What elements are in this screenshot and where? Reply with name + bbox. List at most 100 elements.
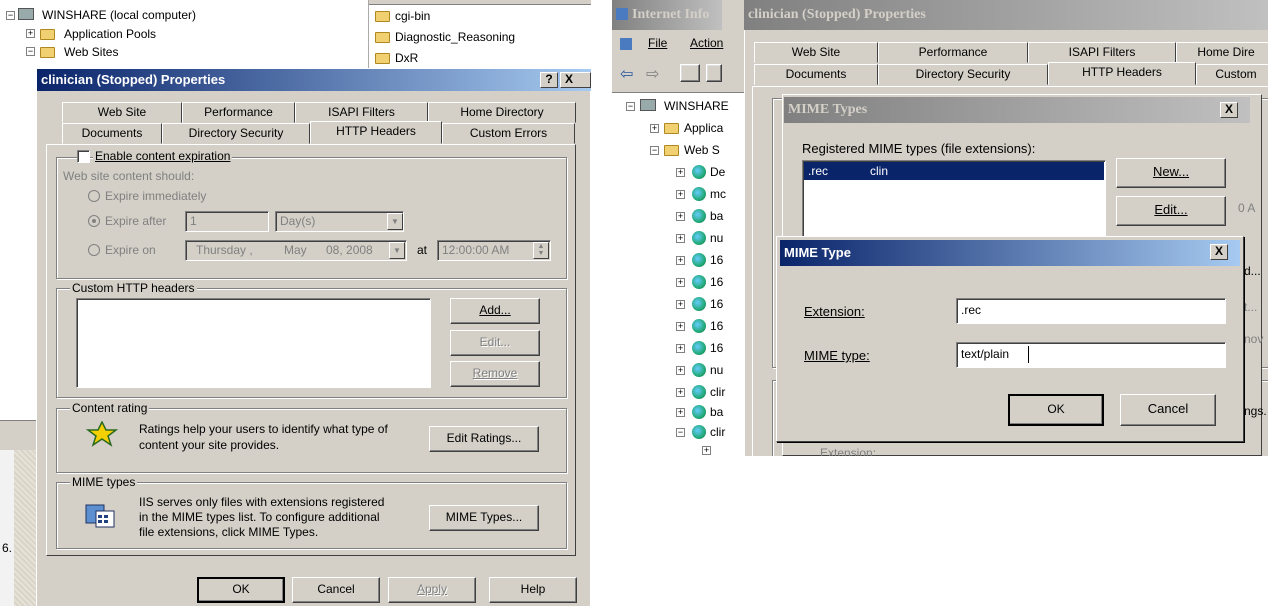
mime-cancel-button[interactable]: Cancel — [1120, 394, 1216, 426]
tree-collapse-icon[interactable]: − — [26, 47, 35, 56]
mime-ok-button[interactable]: OK — [1008, 394, 1104, 426]
edit-ratings-button[interactable]: Edit Ratings... — [429, 426, 539, 452]
tree-expand-icon[interactable]: + — [26, 29, 35, 38]
tree-item[interactable]: ba — [710, 405, 723, 419]
custom-headers-list[interactable] — [76, 298, 431, 388]
add-header-button[interactable]: Add... — [450, 298, 540, 324]
expire-date-picker[interactable]: Thursday , May 08, 2008 — [185, 240, 407, 261]
tree-expand-icon[interactable]: + — [676, 344, 685, 353]
tab-http-headers[interactable]: HTTP Headers — [1048, 62, 1196, 85]
back-icon[interactable]: ⇦ — [620, 64, 633, 84]
ok-button[interactable]: OK — [197, 577, 285, 603]
expire-immediately-radio[interactable] — [88, 190, 100, 202]
enable-expiration-label[interactable]: Enable content expiration — [93, 149, 233, 163]
tab-performance[interactable]: Performance — [182, 102, 295, 123]
tree-item[interactable]: 16 — [710, 297, 723, 311]
edit-header-button[interactable]: Edit... — [450, 330, 540, 356]
dialog-titlebar[interactable]: clinician (Stopped) Properties — [37, 69, 591, 91]
tree-expand-icon[interactable]: + — [676, 408, 685, 417]
expire-after-radio[interactable] — [88, 215, 100, 227]
tab-custom-errors[interactable]: Custom Errors — [442, 123, 575, 144]
tree-expand-icon[interactable]: + — [676, 322, 685, 331]
mime-type-input[interactable]: text/plain — [956, 342, 1226, 368]
tree-item[interactable]: nu — [710, 231, 723, 245]
iis-titlebar[interactable]: Internet Info — [612, 0, 722, 30]
tree-item[interactable]: WINSHARE — [664, 99, 729, 113]
tree-item-web-sites[interactable]: Web Sites — [64, 45, 118, 59]
tree-item[interactable]: clir — [710, 425, 725, 439]
tree-item[interactable]: 16 — [710, 341, 723, 355]
tree-expand-icon[interactable]: + — [676, 278, 685, 287]
tree-expand-icon[interactable]: + — [676, 300, 685, 309]
forward-icon[interactable]: ⇨ — [646, 64, 659, 84]
mime-list-row[interactable]: .rec clin — [804, 162, 1104, 180]
tree-item[interactable]: De — [710, 165, 725, 179]
chevron-down-icon[interactable]: ▼ — [387, 213, 403, 230]
mime-types-titlebar[interactable]: MIME Types — [784, 97, 1250, 123]
tree-item[interactable]: 16 — [710, 275, 723, 289]
right-properties-titlebar[interactable]: clinician (Stopped) Properties — [744, 0, 1268, 30]
tree-item[interactable]: 16 — [710, 319, 723, 333]
tree-item[interactable]: ba — [710, 209, 723, 223]
enable-expiration-checkbox[interactable] — [77, 150, 90, 163]
tree-collapse-icon[interactable]: − — [6, 11, 15, 20]
tab-isapi-filters[interactable]: ISAPI Filters — [295, 102, 428, 123]
menu-file[interactable]: File — [648, 36, 667, 50]
tab-directory-security[interactable]: Directory Security — [162, 123, 310, 144]
cancel-button[interactable]: Cancel — [292, 577, 380, 603]
tree-root-label[interactable]: WINSHARE (local computer) — [42, 8, 196, 22]
list-item[interactable]: Diagnostic_Reasoning — [395, 30, 515, 44]
list-header[interactable] — [369, 0, 591, 5]
edit-mime-button[interactable]: Edit... — [1116, 196, 1226, 226]
list-item[interactable]: DxR — [395, 51, 418, 65]
tree-item-application-pools[interactable]: Application Pools — [64, 27, 156, 41]
tree-expand-icon[interactable]: + — [676, 366, 685, 375]
tree-expand-icon[interactable]: + — [676, 168, 685, 177]
close-button[interactable]: X — [560, 72, 591, 88]
new-mime-button[interactable]: New... — [1116, 158, 1226, 188]
tree-expand-icon[interactable]: + — [676, 234, 685, 243]
up-folder-icon[interactable] — [680, 64, 700, 82]
show-tree-icon[interactable] — [706, 64, 722, 82]
tree-expand-icon[interactable]: + — [676, 388, 685, 397]
tab-home-directory[interactable]: Home Directory — [428, 102, 576, 123]
tree-item[interactable]: Web S — [684, 143, 720, 157]
expire-after-value-input[interactable]: 1 — [185, 211, 269, 232]
tab-performance[interactable]: Performance — [878, 42, 1028, 63]
remove-header-button[interactable]: Remove — [450, 361, 540, 387]
tree-expand-icon[interactable]: + — [650, 124, 659, 133]
chevron-down-icon[interactable]: ▼ — [389, 242, 405, 259]
mime-type-titlebar[interactable]: MIME Type — [780, 240, 1240, 266]
tab-isapi-filters[interactable]: ISAPI Filters — [1028, 42, 1176, 63]
tab-documents[interactable]: Documents — [754, 64, 878, 85]
tree-item[interactable]: 16 — [710, 253, 723, 267]
tree-collapse-icon[interactable]: − — [650, 146, 659, 155]
tab-directory-security[interactable]: Directory Security — [878, 64, 1048, 85]
tree-collapse-icon[interactable]: − — [626, 102, 635, 111]
tab-custom[interactable]: Custom — [1196, 64, 1268, 85]
tab-web-site[interactable]: Web Site — [754, 42, 878, 63]
expire-unit-select[interactable]: Day(s) — [275, 211, 404, 232]
tab-http-headers[interactable]: HTTP Headers — [310, 121, 442, 144]
tab-documents[interactable]: Documents — [62, 123, 162, 144]
tree-item[interactable]: mc — [710, 187, 726, 201]
expire-on-radio[interactable] — [88, 244, 100, 256]
tree-expand-icon[interactable]: + — [676, 256, 685, 265]
tree-expand-icon[interactable]: + — [676, 212, 685, 221]
tree-expand-icon[interactable]: + — [702, 446, 711, 455]
close-icon[interactable]: X — [1220, 102, 1238, 118]
tree-collapse-icon[interactable]: − — [676, 428, 685, 437]
apply-button[interactable]: Apply — [388, 577, 476, 603]
time-spinner[interactable]: ▲ ▼ — [533, 242, 549, 259]
tab-web-site[interactable]: Web Site — [62, 102, 182, 123]
tab-home-directory[interactable]: Home Dire — [1176, 42, 1268, 63]
mime-types-button[interactable]: MIME Types... — [429, 505, 539, 531]
tree-expand-icon[interactable]: + — [676, 190, 685, 199]
help-dialog-button[interactable]: Help — [489, 577, 577, 603]
close-icon[interactable]: X — [1210, 244, 1228, 260]
tree-item[interactable]: nu — [710, 363, 723, 377]
help-button[interactable]: ? — [540, 72, 558, 88]
extension-input[interactable]: .rec — [956, 298, 1226, 324]
menu-action[interactable]: Action — [690, 36, 723, 50]
list-item[interactable]: cgi-bin — [395, 9, 430, 23]
